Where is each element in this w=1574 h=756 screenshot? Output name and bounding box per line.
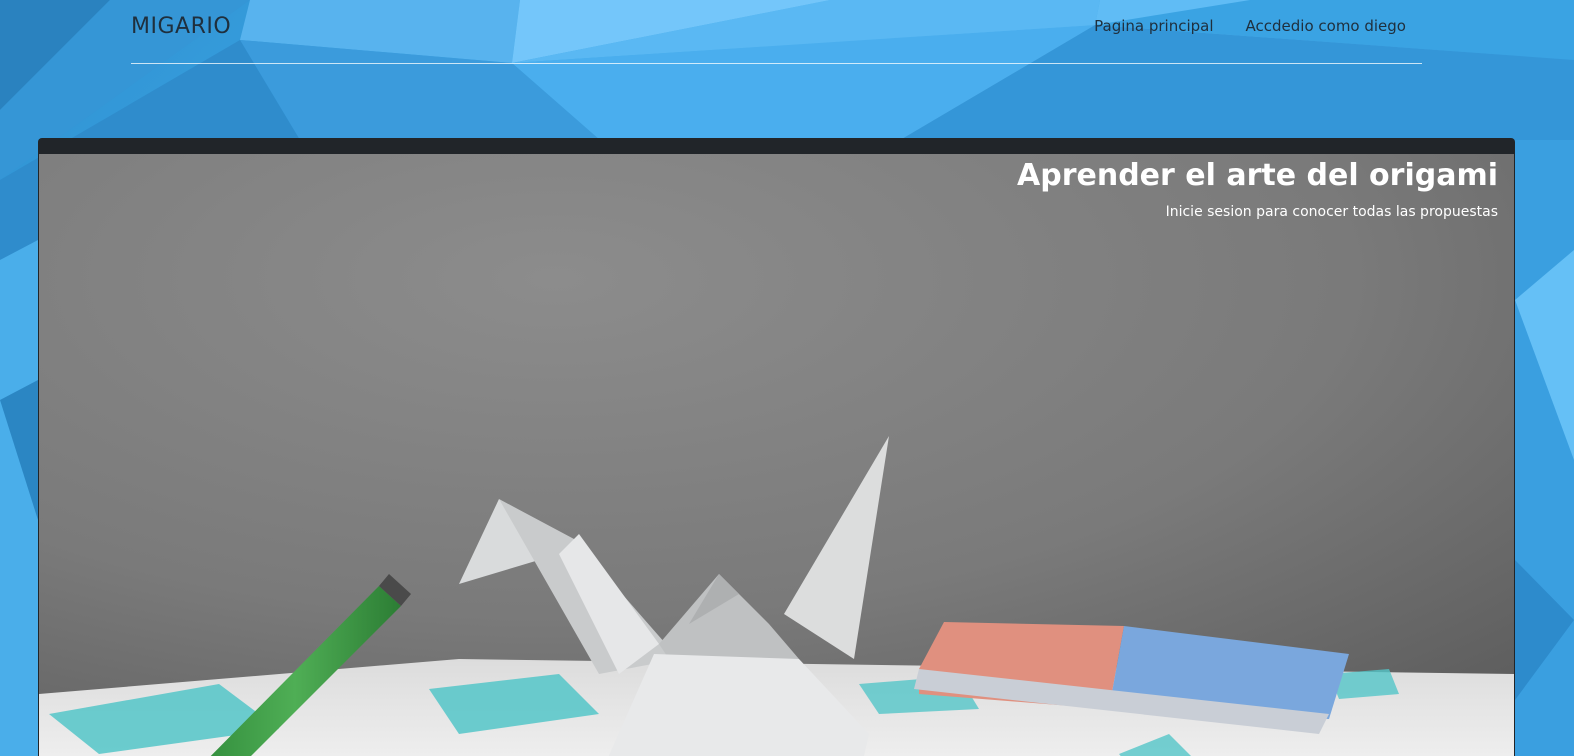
nav-links: Pagina principal Accdedio como diego bbox=[1094, 17, 1406, 35]
nav-link-pagina-principal[interactable]: Pagina principal bbox=[1094, 17, 1213, 35]
nav-link-user-account[interactable]: Accdedio como diego bbox=[1246, 17, 1406, 35]
brand-logo[interactable]: MIGARIO bbox=[131, 14, 231, 39]
hero-banner: Aprender el arte del origami Inicie sesi… bbox=[39, 154, 1514, 756]
hero-subtitle: Inicie sesion para conocer todas las pro… bbox=[1165, 204, 1498, 220]
origami-hero-image bbox=[39, 154, 1514, 756]
hero-card: Aprender el arte del origami Inicie sesi… bbox=[38, 138, 1515, 756]
top-navbar: MIGARIO Pagina principal Accdedio como d… bbox=[131, 0, 1422, 64]
hero-title: Aprender el arte del origami bbox=[1017, 158, 1498, 193]
